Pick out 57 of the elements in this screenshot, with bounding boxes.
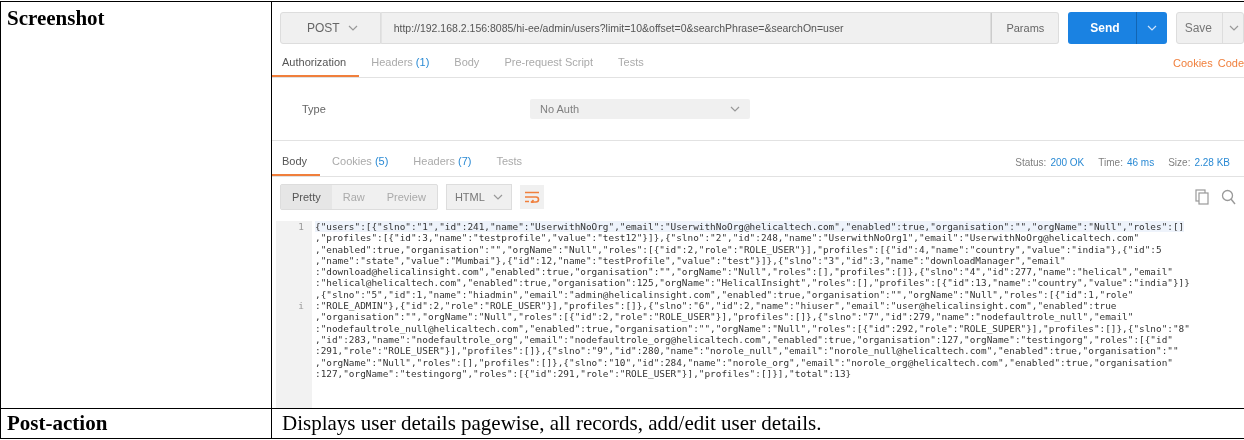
code-line: :127,"orgName":"testingorg","roles":[{"id":291,"role":"ROLE_USER"}],"profiles":[]}],"total":13} — [315, 367, 852, 380]
tab[interactable]: Tests — [486, 149, 536, 176]
tab[interactable]: Headers (7) — [403, 149, 485, 176]
chevron-down-icon — [1146, 25, 1157, 31]
wrap-button[interactable] — [519, 185, 544, 209]
method-dropdown[interactable]: POST — [280, 12, 381, 44]
code-line: ,{"slno":"5","id":1,"name":"hiadmin","email":"admin@helicalinsight.com","enabled":true,"organisation":"","orgName":"Null","roles":[{"id":1,"role" — [315, 288, 1134, 301]
tab[interactable]: Body — [272, 149, 321, 176]
tab[interactable]: Pre-request Script — [494, 50, 607, 77]
row-heading: Post-action — [6, 410, 108, 437]
tab[interactable]: Headers (1) — [361, 50, 443, 77]
url-field[interactable]: http://192.168.2.156:8085/hi-ee/admin/users?limit=10&offset=0&searchPhrase=&searchOn=user — [380, 12, 992, 44]
stat-value: 2.28 KB — [1194, 157, 1230, 168]
chevron-down-icon — [492, 194, 503, 200]
params-button[interactable]: Params — [991, 12, 1060, 44]
tab[interactable]: Tests — [608, 50, 657, 77]
auth-type-dropdown[interactable]: No Auth — [530, 99, 750, 119]
code-line: ,"organisation":"","orgName":"Null","roles":[{"id":2,"role":"ROLE_USER"}],"profiles":[]},{"slno":"7","id":279,"name":"nodefaultrole_null","email" — [315, 311, 1134, 323]
tab[interactable]: Authorization — [272, 50, 360, 77]
tab[interactable]: Cookies (5) — [322, 149, 402, 176]
code-line: :"helical@helicaltech.com","enabled":true,"organisation":125,"orgName":"HelicalInsight","roles":[],"profiles":[{"id":13,"name":"country","value":"india"}]} — [315, 277, 1190, 289]
code-line: :"download@helicalinsight.com","enabled":true,"organisation":"","orgName":"Null","roles":[],"profiles":[]},{"slno":"4","id":277,"name":"helical","email" — [315, 266, 1173, 278]
send-button[interactable]: Send — [1068, 12, 1167, 44]
code-line: :"nodefaultrole_null@helicaltech.com","enabled":true,"organisation":"","orgName":"Null","roles":[{"id":292,"role":"ROLE_SUPER"}],"profiles":[]},{"slno":"8" — [315, 322, 1190, 334]
save-button[interactable]: Save — [1175, 12, 1244, 44]
stat-value: 46 ms — [1126, 157, 1155, 168]
format-dropdown[interactable]: HTML — [445, 184, 512, 210]
chevron-down-icon — [730, 106, 740, 112]
code-line: ,"orgName":"Null","roles":[],"profiles":[]},{"slno":"10","id":284,"name":"norole_org","email":"norole_org@helicaltech.com","enabled":true,"organisation" — [315, 356, 1173, 368]
field-label: Type — [302, 103, 327, 115]
code-line: :"ROLE_ADMIN"},{"id":2,"role":"ROLE_USER"}],"profiles":[]},{"slno":"6","id":2,"name":"hiuser","email":"user@helicalinsight.com","enabled":true — [315, 300, 1117, 312]
view-mode-tab[interactable]: Raw — [331, 185, 376, 209]
stat-label: Time: — [1098, 157, 1123, 168]
search-button[interactable] — [1219, 189, 1238, 205]
code-line: ,"id":283,"name":"nodefaultrole_org","email":"nodefaultrole_org@helicaltech.com","enabled":true,"organisation":127,"orgName":"testingorg","roles":[{"id" — [315, 333, 1173, 346]
copy-icon — [1195, 189, 1209, 205]
code-line: ,"enabled":true,"organisation":"","orgName":"Null","roles":[{"id":2,"role":"ROLE_USER"}],"profiles":[{"id":4,"name":"country","value":"india"},{"id":5 — [315, 243, 1162, 255]
line-number: 1 — [298, 221, 304, 233]
view-mode-tab[interactable]: Preview — [375, 185, 437, 209]
line-number: i — [298, 300, 304, 312]
stat-label: Size: — [1168, 157, 1191, 168]
code-line: ,"profiles":[{"id":3,"name":"testprofile","value":"test12"}]},{"slno":"2","id":248,"name":"UserwithNoOrg1","email":"UserwithNoOrg@helicaltech.com" — [315, 232, 1140, 244]
view-mode-tab[interactable]: Pretty — [281, 185, 332, 209]
chevron-down-icon — [347, 25, 358, 31]
search-icon — [1221, 189, 1236, 205]
link[interactable]: Code — [1217, 57, 1244, 69]
code-line: ,"name":"state","value":"Mumbai"},{"id":12,"name":"testProfile","value":"test"}]},{"slno":"3","id":3,"name":"downloadManager","email" — [315, 254, 1066, 267]
wrap-lines-icon — [523, 191, 540, 203]
copy-button[interactable] — [1193, 189, 1211, 205]
link[interactable]: Cookies — [1172, 57, 1213, 69]
chevron-down-icon — [1229, 25, 1239, 31]
tab[interactable]: Body — [444, 50, 493, 77]
stat-value: 200 OK — [1050, 157, 1085, 168]
row-description: Displays user details pagewise, all records, add/edit user details. — [281, 410, 822, 437]
row-heading: Screenshot — [6, 5, 105, 31]
code-line: :291,"role":"ROLE_USER"}],"profiles":[]},{"slno":"9","id":280,"name":"norole_null","email":"norole_null@helicaltech.com","enabled":true,"organisation":"" — [315, 345, 1179, 357]
stat-label: Status: — [1015, 157, 1047, 168]
